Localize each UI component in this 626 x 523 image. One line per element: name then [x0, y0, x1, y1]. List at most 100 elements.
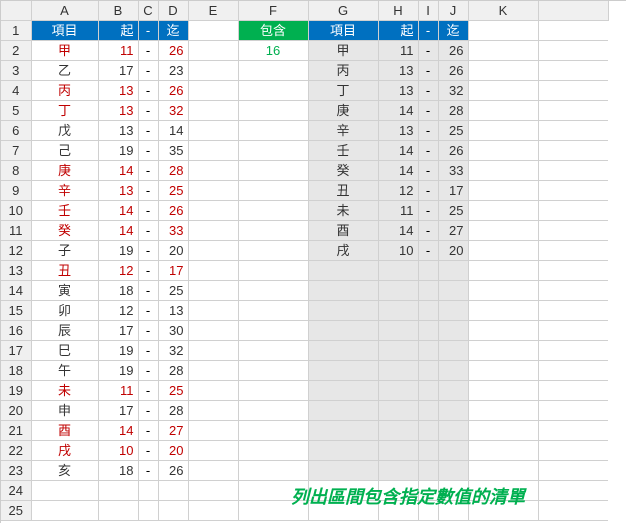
cell-rest[interactable]	[538, 241, 608, 261]
left-from[interactable]: 11	[98, 41, 138, 61]
left-dash[interactable]: -	[138, 181, 158, 201]
right-from[interactable]: 11	[378, 41, 418, 61]
right-item[interactable]: 庚	[308, 101, 378, 121]
left-dash[interactable]: -	[138, 381, 158, 401]
right-empty[interactable]	[378, 341, 418, 361]
left-dash[interactable]: -	[138, 101, 158, 121]
cell-rest[interactable]	[538, 21, 608, 41]
cell-K[interactable]	[468, 341, 538, 361]
left-to[interactable]: 26	[158, 41, 188, 61]
left-to[interactable]: 25	[158, 281, 188, 301]
left-from[interactable]: 14	[98, 421, 138, 441]
cell-rest[interactable]	[538, 261, 608, 281]
left-to[interactable]: 28	[158, 161, 188, 181]
left-item[interactable]: 乙	[31, 61, 98, 81]
cell-K[interactable]	[468, 101, 538, 121]
cell-rest[interactable]	[538, 341, 608, 361]
right-item[interactable]: 戌	[308, 241, 378, 261]
right-empty[interactable]	[378, 281, 418, 301]
right-dash[interactable]: -	[418, 81, 438, 101]
left-from[interactable]: 13	[98, 121, 138, 141]
col-header-B[interactable]: B	[98, 1, 138, 21]
left-from[interactable]: 12	[98, 261, 138, 281]
row-header-6[interactable]: 6	[1, 121, 31, 141]
left-from[interactable]: 10	[98, 441, 138, 461]
cell-E[interactable]	[188, 401, 238, 421]
left-dash[interactable]: -	[138, 81, 158, 101]
cell-E[interactable]	[188, 161, 238, 181]
right-dash[interactable]: -	[418, 181, 438, 201]
left-dash[interactable]: -	[138, 61, 158, 81]
left-from[interactable]: 17	[98, 61, 138, 81]
right-dash[interactable]: -	[418, 61, 438, 81]
left-to[interactable]: 33	[158, 221, 188, 241]
right-dash[interactable]: -	[418, 121, 438, 141]
col-header-J[interactable]: J	[438, 1, 468, 21]
row-header-8[interactable]: 8	[1, 161, 31, 181]
cell-E[interactable]	[188, 261, 238, 281]
right-dash[interactable]: -	[418, 221, 438, 241]
cell-K[interactable]	[468, 461, 538, 481]
cell-K[interactable]	[468, 321, 538, 341]
cell-rest[interactable]	[538, 301, 608, 321]
cell-rest[interactable]	[538, 461, 608, 481]
right-from[interactable]: 10	[378, 241, 418, 261]
corner-cell[interactable]	[1, 1, 31, 21]
cell-K[interactable]	[468, 121, 538, 141]
right-dash[interactable]: -	[418, 201, 438, 221]
left-dash[interactable]: -	[138, 421, 158, 441]
cell-K[interactable]	[468, 41, 538, 61]
cell-F[interactable]	[238, 201, 308, 221]
left-from[interactable]: 19	[98, 241, 138, 261]
right-empty[interactable]	[378, 361, 418, 381]
left-from[interactable]: 14	[98, 201, 138, 221]
left-dash[interactable]: -	[138, 201, 158, 221]
left-item[interactable]: 戌	[31, 441, 98, 461]
cell-rest[interactable]	[538, 381, 608, 401]
right-empty[interactable]	[308, 341, 378, 361]
cell-E[interactable]	[188, 121, 238, 141]
cell-F[interactable]	[238, 61, 308, 81]
right-to[interactable]: 25	[438, 201, 468, 221]
left-dash[interactable]: -	[138, 401, 158, 421]
right-to[interactable]: 28	[438, 101, 468, 121]
cell-F[interactable]	[238, 321, 308, 341]
left-item[interactable]: 辰	[31, 321, 98, 341]
cell-E[interactable]	[188, 101, 238, 121]
right-from[interactable]: 14	[378, 141, 418, 161]
left-to[interactable]: 17	[158, 261, 188, 281]
row-header-4[interactable]: 4	[1, 81, 31, 101]
left-item[interactable]: 子	[31, 241, 98, 261]
left-dash[interactable]: -	[138, 301, 158, 321]
right-empty[interactable]	[438, 381, 468, 401]
cell-rest[interactable]	[538, 81, 608, 101]
cell-K[interactable]	[468, 201, 538, 221]
cell-E[interactable]	[188, 241, 238, 261]
left-to[interactable]: 13	[158, 301, 188, 321]
right-empty[interactable]	[308, 421, 378, 441]
left-dash[interactable]: -	[138, 261, 158, 281]
right-item[interactable]: 癸	[308, 161, 378, 181]
col-header-D[interactable]: D	[158, 1, 188, 21]
cell-rest[interactable]	[538, 61, 608, 81]
right-empty[interactable]	[378, 421, 418, 441]
cell-K[interactable]	[468, 61, 538, 81]
left-dash[interactable]: -	[138, 41, 158, 61]
cell-E[interactable]	[188, 361, 238, 381]
cell-F[interactable]	[238, 341, 308, 361]
row-header-25[interactable]: 25	[1, 501, 31, 521]
cell-F[interactable]	[238, 401, 308, 421]
cell-rest[interactable]	[538, 121, 608, 141]
left-from[interactable]: 17	[98, 401, 138, 421]
right-empty[interactable]	[418, 421, 438, 441]
cell-E[interactable]	[188, 321, 238, 341]
cell-empty[interactable]	[31, 481, 98, 501]
col-header-A[interactable]: A	[31, 1, 98, 21]
row-header-5[interactable]: 5	[1, 101, 31, 121]
row-header-22[interactable]: 22	[1, 441, 31, 461]
cell-rest[interactable]	[538, 401, 608, 421]
row-header-14[interactable]: 14	[1, 281, 31, 301]
right-dash[interactable]: -	[418, 161, 438, 181]
right-from[interactable]: 12	[378, 181, 418, 201]
row-header-9[interactable]: 9	[1, 181, 31, 201]
